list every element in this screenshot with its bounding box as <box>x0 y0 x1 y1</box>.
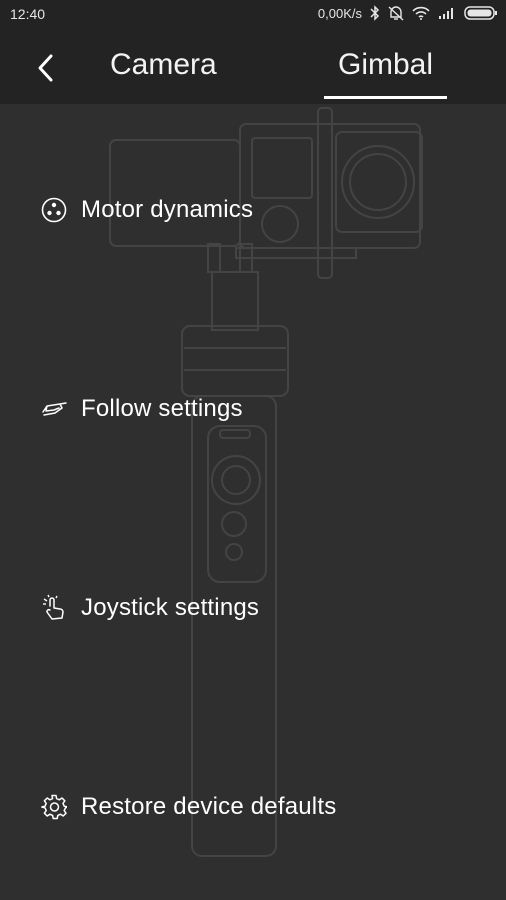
signal-icon <box>439 8 453 19</box>
active-tab-indicator <box>324 96 447 99</box>
chevron-left-icon <box>38 54 53 82</box>
menu-item-follow-settings[interactable]: Follow settings <box>40 387 243 431</box>
follow-hand-icon <box>40 395 68 423</box>
menu-item-motor-dynamics[interactable]: Motor dynamics <box>40 188 253 232</box>
back-button[interactable] <box>32 50 72 86</box>
menu-item-restore-defaults[interactable]: Restore device defaults <box>40 785 336 829</box>
tab-gimbal[interactable]: Gimbal <box>338 48 433 82</box>
status-icons: 0,00K/s <box>318 5 498 21</box>
bluetooth-icon <box>370 5 380 21</box>
tab-camera[interactable]: Camera <box>110 48 217 82</box>
menu-item-label: Restore device defaults <box>81 793 337 820</box>
joystick-touch-icon <box>40 594 68 622</box>
nav-bar: Camera Gimbal <box>0 30 506 104</box>
battery-icon <box>464 6 497 20</box>
menu-item-label: Joystick settings <box>81 594 260 621</box>
wifi-icon <box>412 6 430 20</box>
status-bar: 12:40 0,00K/s <box>0 0 506 30</box>
network-speed: 0,00K/s <box>317 5 362 21</box>
status-time: 12:40 <box>10 6 46 22</box>
menu-item-label: Follow settings <box>81 395 243 422</box>
gear-icon <box>40 793 68 821</box>
motor-dynamics-icon <box>40 196 68 224</box>
menu-item-label: Motor dynamics <box>81 196 254 223</box>
menu-item-joystick-settings[interactable]: Joystick settings <box>40 586 259 630</box>
alarm-off-icon <box>388 6 404 21</box>
